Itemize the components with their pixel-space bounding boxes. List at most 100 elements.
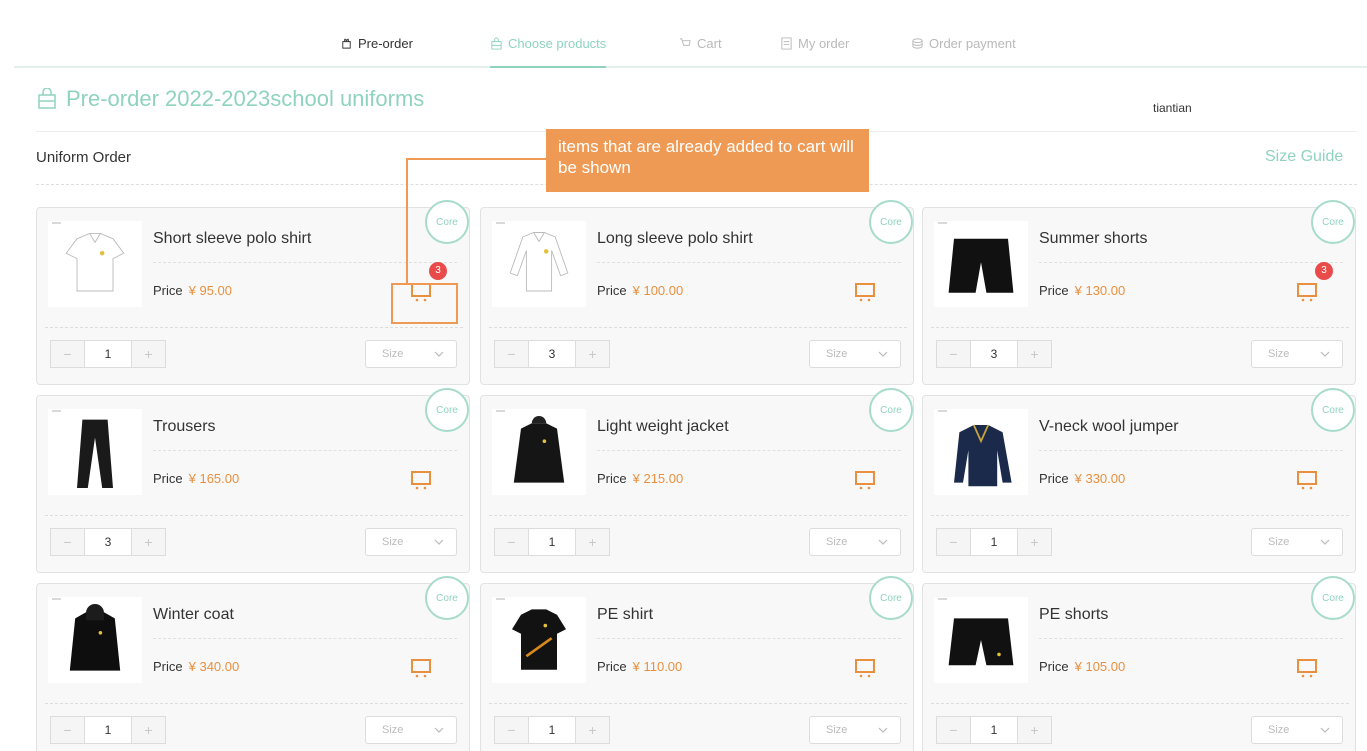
- decrease-button[interactable]: −: [495, 341, 529, 367]
- product-name[interactable]: Long sleeve polo shirt: [597, 230, 753, 248]
- decrease-button[interactable]: −: [51, 341, 85, 367]
- product-image[interactable]: [48, 221, 142, 307]
- size-select[interactable]: Size: [809, 340, 901, 368]
- thumb-tag: [52, 222, 61, 224]
- size-select[interactable]: Size: [365, 528, 457, 556]
- increase-button[interactable]: +: [1017, 341, 1051, 367]
- product-image[interactable]: [934, 409, 1028, 495]
- size-select[interactable]: Size: [1251, 340, 1343, 368]
- divider: [45, 703, 463, 704]
- product-name[interactable]: Short sleeve polo shirt: [153, 230, 311, 248]
- step-label: My order: [798, 36, 850, 51]
- add-to-cart-button[interactable]: [852, 466, 882, 492]
- cart-icon: [1297, 283, 1317, 302]
- product-name[interactable]: Winter coat: [153, 606, 234, 624]
- increase-button[interactable]: +: [131, 529, 165, 555]
- decrease-button[interactable]: −: [937, 341, 971, 367]
- quantity-value[interactable]: 1: [85, 717, 131, 743]
- cart-icon: [1297, 471, 1317, 490]
- size-select[interactable]: Size: [809, 528, 901, 556]
- product-card: Trousers Price ¥ 165.00 Core − 3 + Size: [36, 388, 470, 573]
- decrease-button[interactable]: −: [495, 529, 529, 555]
- product-image[interactable]: [48, 409, 142, 495]
- increase-button[interactable]: +: [131, 717, 165, 743]
- product-image[interactable]: [492, 409, 586, 495]
- increase-button[interactable]: +: [1017, 529, 1051, 555]
- price-label: Price: [1039, 283, 1069, 298]
- increase-button[interactable]: +: [131, 341, 165, 367]
- size-select[interactable]: Size: [1251, 528, 1343, 556]
- size-select[interactable]: Size: [365, 716, 457, 744]
- quantity-value[interactable]: 3: [85, 529, 131, 555]
- size-placeholder: Size: [382, 724, 404, 736]
- core-tag: Core: [869, 388, 913, 432]
- price-label: Price: [597, 659, 627, 674]
- product-name[interactable]: PE shorts: [1039, 606, 1108, 624]
- product-card: PE shorts Price ¥ 105.00 Core − 1 + Size: [922, 576, 1356, 751]
- price-value: ¥ 165.00: [188, 471, 240, 486]
- step-cart[interactable]: Cart: [679, 36, 722, 66]
- quantity-value[interactable]: 3: [529, 341, 575, 367]
- add-to-cart-button[interactable]: [1294, 278, 1324, 304]
- product-card: V-neck wool jumper Price ¥ 330.00 Core − …: [922, 388, 1356, 573]
- step-my-order[interactable]: My order: [780, 36, 849, 66]
- price-row: Price ¥ 100.00: [597, 283, 683, 298]
- product-name[interactable]: Summer shorts: [1039, 230, 1147, 248]
- decrease-button[interactable]: −: [495, 717, 529, 743]
- quantity-value[interactable]: 3: [971, 341, 1017, 367]
- size-guide-link[interactable]: Size Guide: [1265, 148, 1343, 166]
- product-image[interactable]: [492, 597, 586, 683]
- step-pre-order[interactable]: Pre-order: [340, 36, 413, 66]
- page-title: Pre-order 2022-2023school uniforms: [36, 86, 424, 112]
- price-label: Price: [153, 471, 183, 486]
- quantity-stepper: − 1 +: [936, 716, 1052, 744]
- quantity-stepper: − 1 +: [50, 716, 166, 744]
- quantity-stepper: − 1 +: [936, 528, 1052, 556]
- quantity-value[interactable]: 1: [85, 341, 131, 367]
- quantity-value[interactable]: 1: [971, 529, 1017, 555]
- quantity-value[interactable]: 1: [971, 717, 1017, 743]
- increase-button[interactable]: +: [575, 341, 609, 367]
- product-image[interactable]: [48, 597, 142, 683]
- size-select[interactable]: Size: [365, 340, 457, 368]
- increase-button[interactable]: +: [575, 717, 609, 743]
- thumb-tag: [938, 410, 947, 412]
- product-image[interactable]: [492, 221, 586, 307]
- divider: [489, 327, 907, 328]
- product-name[interactable]: Light weight jacket: [597, 418, 729, 436]
- size-select[interactable]: Size: [1251, 716, 1343, 744]
- add-to-cart-button[interactable]: [408, 654, 438, 680]
- product-name[interactable]: PE shirt: [597, 606, 653, 624]
- add-to-cart-button[interactable]: [852, 654, 882, 680]
- price-value: ¥ 330.00: [1074, 471, 1126, 486]
- size-select[interactable]: Size: [809, 716, 901, 744]
- divider: [153, 638, 457, 639]
- cart-icon: [855, 471, 875, 490]
- cart-icon: [855, 283, 875, 302]
- bag-icon: [491, 37, 502, 50]
- step-order-payment[interactable]: Order payment: [911, 36, 1016, 66]
- add-to-cart-button[interactable]: [1294, 654, 1324, 680]
- step-choose-products[interactable]: Choose products: [490, 36, 607, 68]
- size-placeholder: Size: [1268, 536, 1290, 548]
- increase-button[interactable]: +: [575, 529, 609, 555]
- section-title: Uniform Order: [36, 149, 132, 166]
- product-image[interactable]: [934, 221, 1028, 307]
- quantity-value[interactable]: 1: [529, 529, 575, 555]
- add-to-cart-button[interactable]: [852, 278, 882, 304]
- quantity-stepper: − 3 +: [936, 340, 1052, 368]
- decrease-button[interactable]: −: [51, 529, 85, 555]
- quantity-value[interactable]: 1: [529, 717, 575, 743]
- decrease-button[interactable]: −: [937, 717, 971, 743]
- decrease-button[interactable]: −: [937, 529, 971, 555]
- increase-button[interactable]: +: [1017, 717, 1051, 743]
- product-name[interactable]: Trousers: [153, 418, 216, 436]
- product-image[interactable]: [934, 597, 1028, 683]
- add-to-cart-button[interactable]: [1294, 466, 1324, 492]
- decrease-button[interactable]: −: [51, 717, 85, 743]
- chevron-down-icon: [434, 539, 444, 545]
- product-name[interactable]: V-neck wool jumper: [1039, 418, 1179, 436]
- garment-image: [77, 419, 113, 488]
- add-to-cart-button[interactable]: [408, 466, 438, 492]
- thumb-tag: [496, 222, 505, 224]
